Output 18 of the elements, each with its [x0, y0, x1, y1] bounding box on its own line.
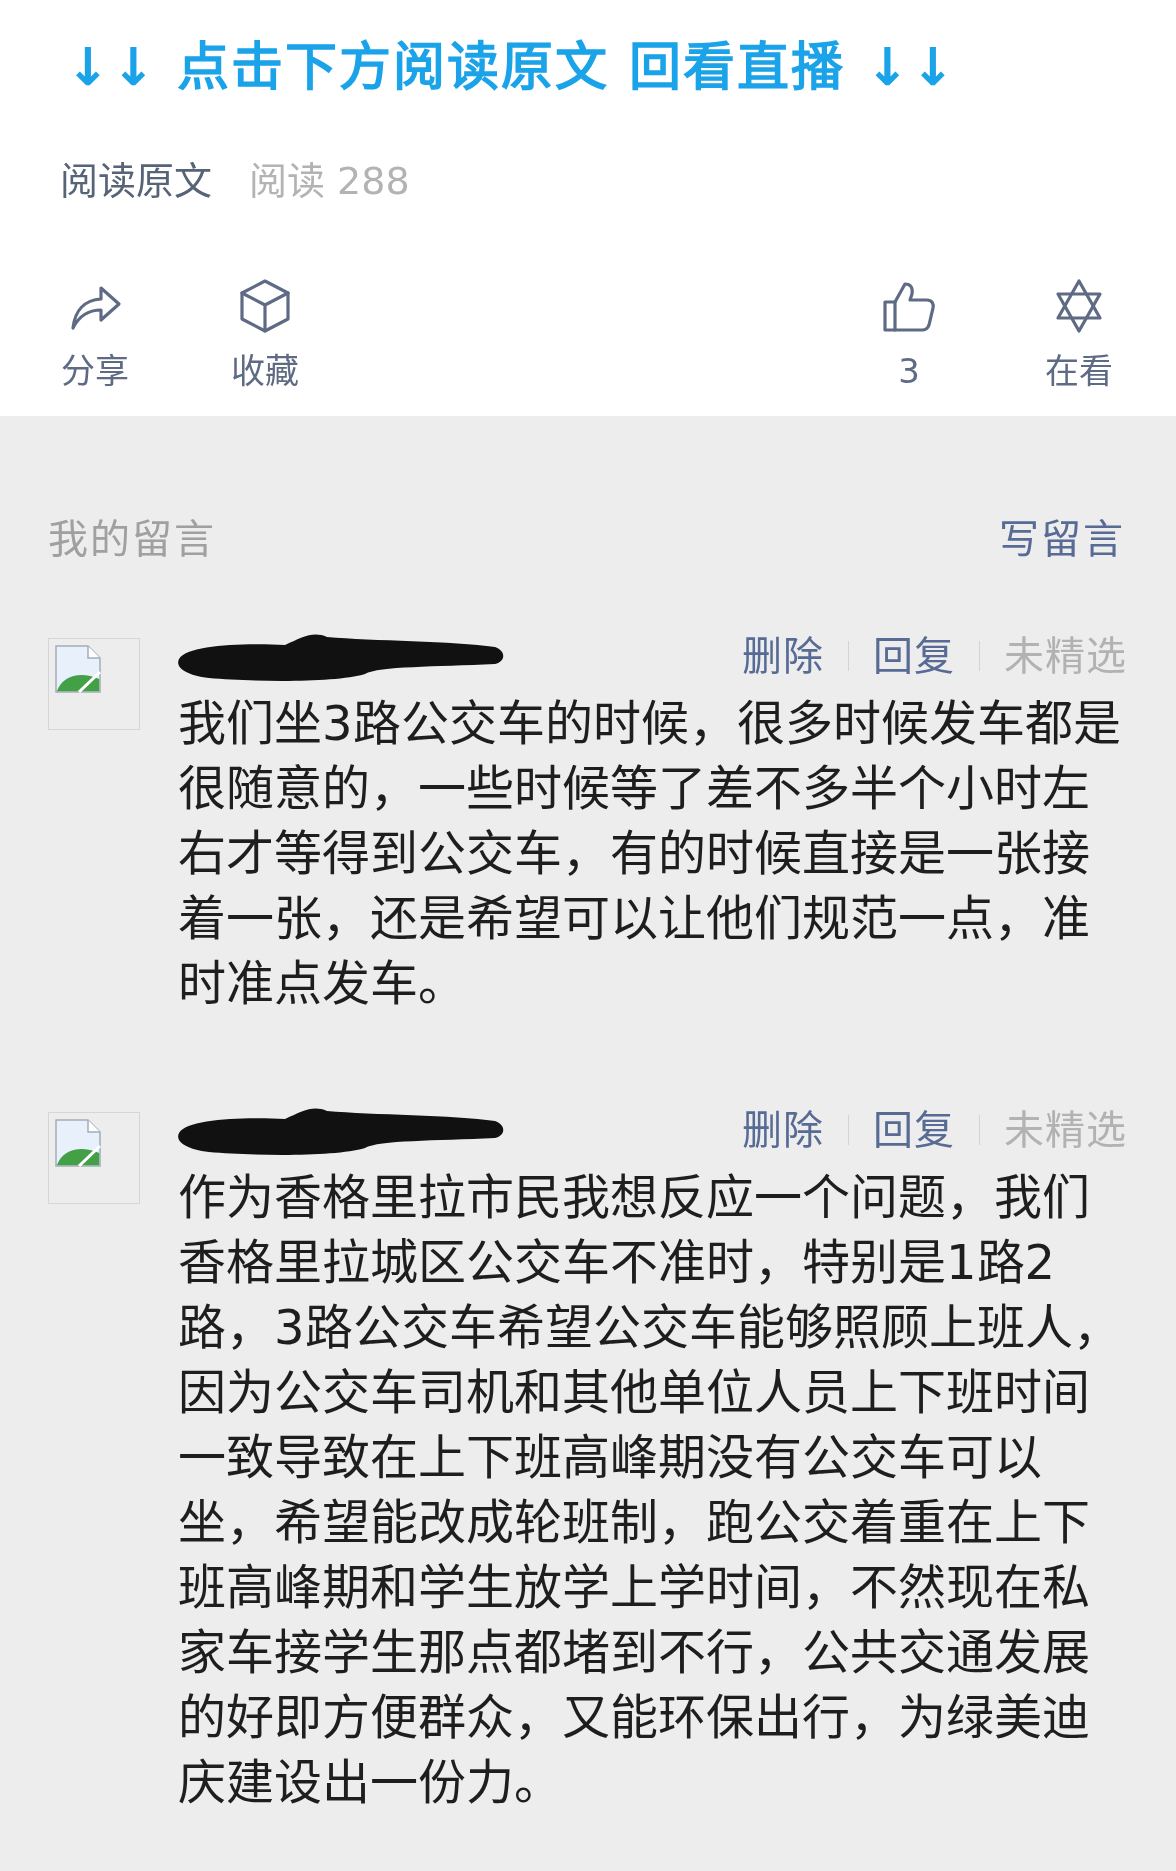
promo-headline: ↓↓ 点击下方阅读原文 回看直播 ↓↓	[66, 36, 958, 99]
comment-text: 我们坐3路公交车的时候，很多时候发车都是很随意的，一些时候等了差不多半个小时左右才等得到公交车，有的时候直接是一张接着一张，还是希望可以让他们规范一点，准时准点发车。	[178, 694, 1122, 1013]
read-original-link[interactable]: 阅读原文	[60, 156, 212, 206]
favorite-button[interactable]: 收藏	[220, 278, 310, 393]
broken-image-icon	[55, 645, 101, 693]
broken-image-icon	[55, 1119, 101, 1167]
section-title: 我的留言	[48, 515, 216, 564]
comment-action-link[interactable]: 回复	[873, 1105, 955, 1155]
read-count: 阅读 288	[249, 158, 410, 205]
share-button[interactable]: 分享	[50, 278, 140, 393]
like-button[interactable]: 3	[864, 278, 954, 393]
comment-action-link[interactable]: 回复	[873, 631, 955, 681]
write-comment-button[interactable]: 写留言	[999, 514, 1125, 564]
comment-action-link[interactable]: 删除	[742, 631, 824, 681]
comment-text: 作为香格里拉市民我想反应一个问题，我们香格里拉城区公交车不准时，特别是1路2路，3路公交车希望公交车能够照顾上班人，因为公交车司机和其他单位人员上下班时间一致导致在上下班高峰期没有公交车可以坐，希望能改成轮班制，跑公交着重在上下班高峰期和学生放学上学时间，不然现在私家车接学生那点都堵到不行，公共交通发展的好即方便群众，又能环保出行，为绿美迪庆建设出一份力。	[178, 1168, 1122, 1812]
comment-action-link[interactable]: 删除	[742, 1105, 824, 1155]
watching-button[interactable]: 在看	[1034, 278, 1124, 393]
cube-icon	[237, 278, 293, 334]
